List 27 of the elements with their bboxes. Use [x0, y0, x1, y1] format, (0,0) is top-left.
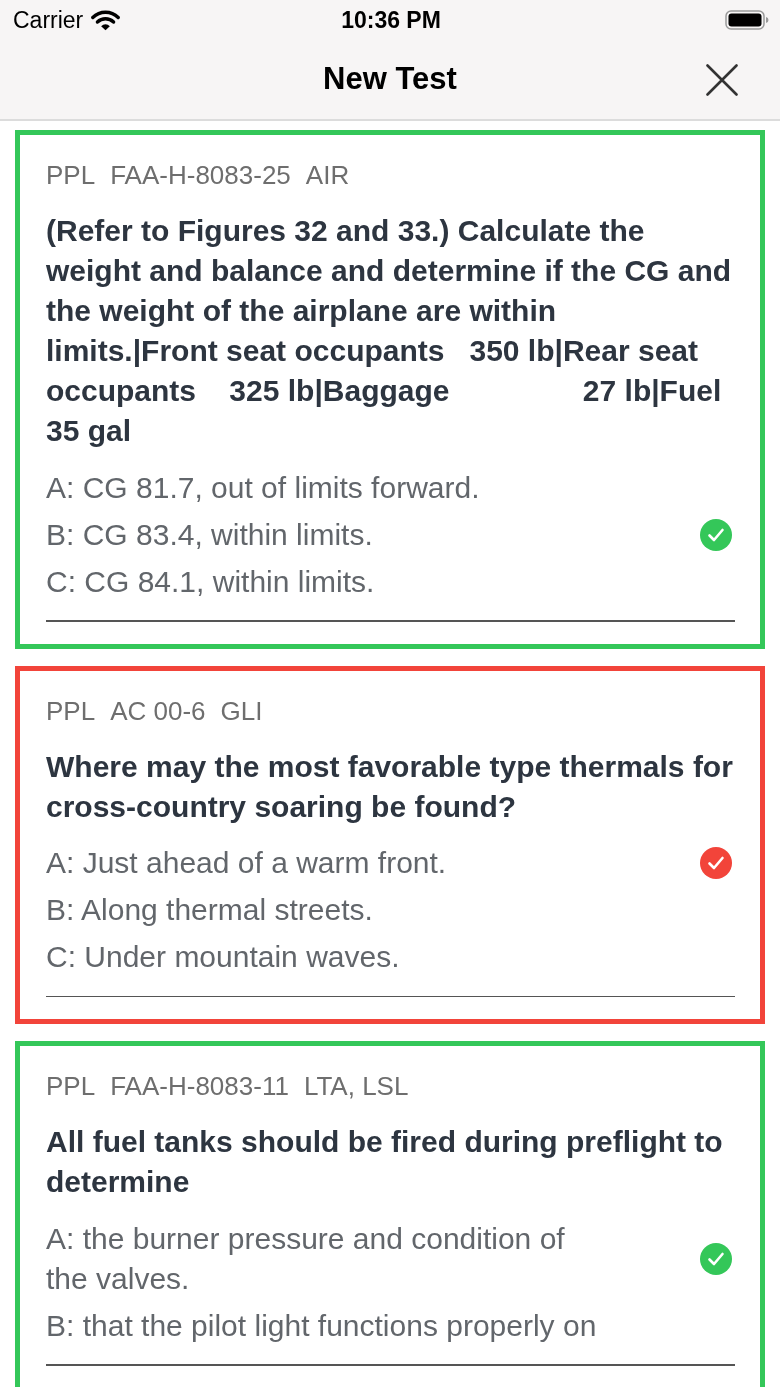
question-text: All fuel tanks should be fired during preflight to determine — [46, 1124, 724, 1200]
answer-option[interactable]: A: CG 81.7, out of limits forward. — [46, 464, 480, 511]
answer-option[interactable]: A: the burner pressure and condition of the valves. — [46, 1215, 605, 1302]
battery-icon — [725, 10, 769, 30]
question-text: (Refer to Figures 32 and 33.) Calculate the weight and balance and determine if the CG and the weight of the airplane are within limits.|Front seat occupants 350 lb|Rear seat occupants 325 lb|Baggage 27 lb|Fuel 35 gal — [46, 213, 733, 449]
clock-time: 10:36 PM — [341, 5, 441, 35]
answer-option[interactable]: A: Just ahead of a warm front. — [46, 839, 447, 887]
question-tag: FAA-H-8083-11 — [110, 1070, 289, 1102]
screen-title: New Test — [323, 60, 457, 99]
carrier-label: Carrier — [13, 5, 84, 35]
question-tag: LTA, LSL — [303, 1070, 409, 1102]
answer-option[interactable]: C: CG 84.1, within limits. — [46, 558, 375, 605]
question-tag: AIR — [305, 159, 350, 191]
answer-option[interactable]: B: that the pilot light functions properly on — [46, 1302, 597, 1349]
question-tag: PPL — [46, 159, 96, 191]
answer-option[interactable]: B: Along thermal streets. — [46, 886, 373, 934]
question-tag: AC 00-6 — [110, 694, 206, 727]
answer-option[interactable]: C: Under mountain waves. — [46, 933, 400, 981]
answer-option[interactable]: B: CG 83.4, within limits. — [46, 511, 373, 558]
close-icon — [706, 63, 738, 96]
question-tag: FAA-H-8083-25 — [110, 159, 291, 191]
close-button[interactable] — [704, 61, 740, 98]
question-tag: GLI — [220, 694, 263, 727]
question-tag: PPL — [46, 694, 96, 727]
wifi-icon — [91, 9, 121, 31]
question-tag: PPL — [46, 1070, 96, 1102]
question-text: Where may the most favorable type thermals for cross-country soaring be found? — [46, 748, 734, 825]
